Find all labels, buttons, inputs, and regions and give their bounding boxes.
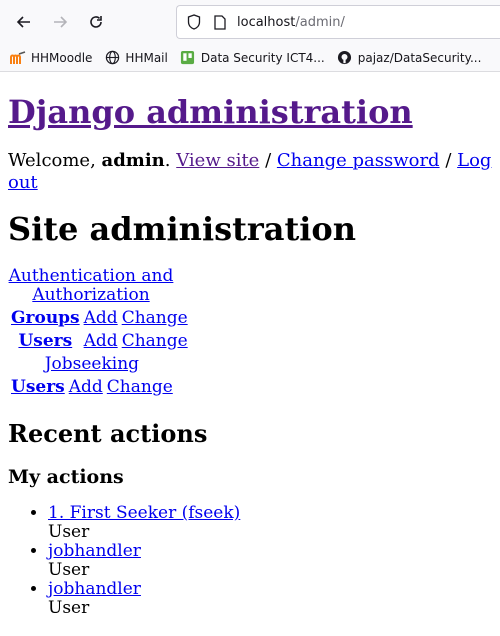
username: admin [101, 150, 165, 171]
action-type: User [48, 522, 90, 542]
page-title: Site administration [8, 210, 357, 248]
model-name: Groups [10, 308, 81, 329]
model-row: Users Add Change [10, 331, 189, 352]
browser-toolbar: localhost/admin/ [0, 0, 500, 44]
bookmark-label: pajaz/DataSecurity... [357, 50, 482, 65]
bookmark-label: HHMail [125, 50, 168, 65]
moodle-icon [10, 50, 26, 66]
action-link[interactable]: jobhandler [48, 579, 141, 599]
model-link-groups[interactable]: Groups [11, 308, 80, 328]
my-actions-heading: My actions [8, 466, 124, 488]
change-password-link[interactable]: Change password [277, 150, 440, 171]
list-item: jobhandler User [48, 580, 492, 618]
page-icon [211, 14, 229, 30]
app-jobseeking-table: Jobseeking Users Add Change [8, 354, 176, 400]
url-path: /admin/ [295, 14, 345, 30]
list-item: jobhandler User [48, 542, 492, 580]
change-jobseeking-users-link[interactable]: Change [107, 377, 173, 397]
app-caption: Jobseeking [8, 354, 176, 375]
add-cell: Add [68, 377, 104, 398]
change-cell: Change [106, 377, 174, 398]
action-link[interactable]: 1. First Seeker (fseek) [48, 503, 240, 523]
list-item: 1. First Seeker (fseek) User [48, 504, 492, 542]
arrow-right-icon [54, 16, 68, 28]
app-caption: Authentication and Authorization [8, 266, 174, 306]
bookmark-data-security[interactable]: Data Security ICT4... [180, 50, 325, 66]
site-name-heading: Django administration [8, 94, 492, 130]
site-name-link[interactable]: Django administration [8, 93, 413, 131]
separator: / [265, 150, 272, 171]
bookmark-label: HHMoodle [31, 50, 93, 65]
view-site-link[interactable]: View site [176, 150, 259, 171]
app-link-authentication[interactable]: Authentication and Authorization [9, 266, 174, 305]
action-type: User [48, 598, 90, 618]
action-link[interactable]: jobhandler [48, 541, 141, 561]
app-link-jobseeking[interactable]: Jobseeking [45, 354, 139, 374]
add-users-link[interactable]: Add [84, 331, 118, 351]
globe-icon [104, 50, 120, 66]
bookmarks-bar: HHMoodle HHMail Data Security ICT4... pa… [0, 44, 500, 72]
shield-icon [185, 14, 203, 30]
recent-actions-list: 1. First Seeker (fseek) User jobhandler … [8, 504, 492, 618]
model-name: Users [10, 331, 81, 352]
separator: / [445, 150, 452, 171]
welcome-text: Welcome, [8, 150, 102, 171]
bookmark-github[interactable]: pajaz/DataSecurity... [337, 50, 482, 66]
trello-icon [180, 50, 196, 66]
add-jobseeking-users-link[interactable]: Add [69, 377, 103, 397]
url-host: localhost [237, 14, 296, 30]
model-link-users[interactable]: Users [18, 331, 72, 351]
page-content: Django administration Welcome, admin. Vi… [0, 94, 500, 618]
reload-icon [90, 16, 102, 28]
recent-actions-heading: Recent actions [8, 419, 208, 448]
github-icon [337, 50, 353, 66]
model-row: Groups Add Change [10, 308, 189, 329]
add-groups-link[interactable]: Add [84, 308, 118, 328]
arrow-left-icon [16, 16, 30, 28]
add-cell: Add [83, 331, 119, 352]
reload-button[interactable] [84, 10, 108, 34]
welcome-dot: . [164, 150, 171, 171]
bookmark-hhmail[interactable]: HHMail [104, 50, 168, 66]
user-tools: Welcome, admin. View site / Change passw… [8, 150, 492, 194]
model-name: Users [10, 377, 66, 398]
url-bar[interactable]: localhost/admin/ [176, 5, 500, 39]
model-link-jobseeking-users[interactable]: Users [11, 377, 65, 397]
change-cell: Change [121, 331, 189, 352]
model-row: Users Add Change [10, 377, 174, 398]
bookmark-hhmoodle[interactable]: HHMoodle [10, 50, 92, 66]
change-cell: Change [121, 308, 189, 329]
add-cell: Add [83, 308, 119, 329]
forward-button[interactable] [48, 10, 72, 34]
action-type: User [48, 560, 90, 580]
app-auth-table: Authentication and Authorization Groups … [8, 266, 191, 354]
back-button[interactable] [12, 10, 36, 34]
change-groups-link[interactable]: Change [122, 308, 188, 328]
bookmark-label: Data Security ICT4... [200, 50, 325, 65]
change-users-link[interactable]: Change [122, 331, 188, 351]
